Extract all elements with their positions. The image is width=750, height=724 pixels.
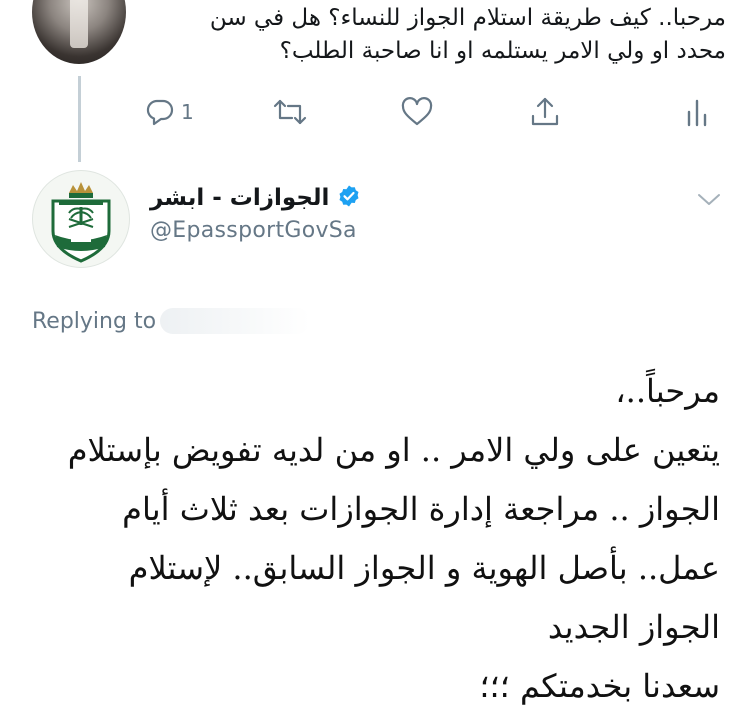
like-button[interactable] bbox=[401, 92, 433, 132]
passport-emblem-icon bbox=[33, 182, 129, 267]
more-options-button[interactable] bbox=[696, 190, 722, 212]
reply-text-line: سعدنا بخدمتكم ؛؛؛ bbox=[479, 667, 720, 705]
author-display-name[interactable]: الجوازات - ابشر bbox=[150, 185, 329, 211]
verified-badge-icon bbox=[337, 184, 361, 212]
analytics-button[interactable] bbox=[685, 92, 709, 132]
tweet-action-bar: 1 bbox=[145, 92, 725, 132]
reply-text-line: الجواز الجديد bbox=[547, 608, 720, 646]
reply-text-line: مرحباً..، bbox=[615, 372, 720, 410]
original-tweet-text: مرحبا.. كيف طريقة استلام الجواز للنساء؟ … bbox=[126, 2, 726, 68]
reply-tweet-text: مرحباً..، يتعين على ولي الامر .. او من ل… bbox=[20, 362, 720, 716]
reply-text-line: الجواز .. مراجعة إدارة الجوازات بعد ثلاث… bbox=[122, 490, 720, 528]
tweet-text-line: مرحبا.. كيف طريقة استلام الجواز للنساء؟ … bbox=[209, 5, 726, 31]
avatar-figure bbox=[70, 0, 88, 48]
reply-count: 1 bbox=[181, 100, 194, 124]
heart-icon bbox=[401, 97, 433, 127]
thread-connector-line bbox=[78, 76, 81, 162]
tweet-text-line: محدد او ولي الامر يستلمه او انا صاحبة ال… bbox=[279, 38, 726, 64]
share-button[interactable] bbox=[529, 92, 561, 132]
retweet-button[interactable] bbox=[273, 92, 307, 132]
reply-icon bbox=[145, 97, 175, 127]
analytics-icon bbox=[685, 97, 709, 127]
reply-text-line: يتعين على ولي الامر .. او من لديه تفويض … bbox=[67, 431, 720, 469]
original-tweet-avatar[interactable] bbox=[32, 0, 126, 64]
share-icon bbox=[529, 96, 561, 128]
author-handle[interactable]: @EpassportGovSa bbox=[150, 218, 357, 243]
chevron-down-icon bbox=[696, 193, 722, 212]
reply-author-avatar[interactable] bbox=[32, 170, 130, 268]
redacted-username bbox=[160, 308, 311, 334]
reply-button[interactable]: 1 bbox=[145, 92, 194, 132]
replying-to-label: Replying to bbox=[32, 308, 157, 334]
retweet-icon bbox=[273, 97, 307, 127]
reply-author-row: الجوازات - ابشر bbox=[150, 180, 361, 216]
replying-to-line: Replying to bbox=[32, 308, 311, 334]
reply-text-line: عمل.. بأصل الهوية و الجواز السابق.. لإست… bbox=[128, 549, 720, 587]
